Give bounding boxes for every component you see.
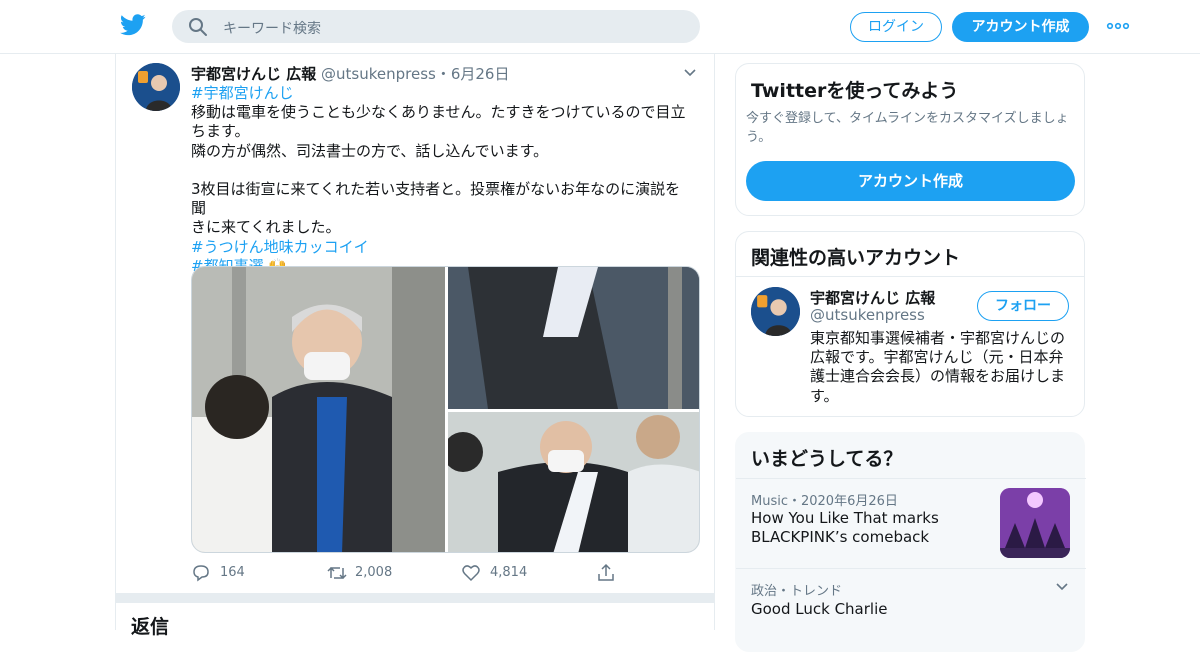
trend-headline[interactable]: How You Like That marks BLACKPINK’s come… bbox=[751, 509, 981, 547]
search-box[interactable]: キーワード検索 bbox=[172, 10, 700, 43]
account-bio: 東京都知事選候補者・宇都宮けんじの広報です。宇都宮けんじ（元・日本弁護士連合会会… bbox=[810, 329, 1066, 405]
divider bbox=[736, 568, 1086, 569]
author-handle[interactable]: @utsukenpress bbox=[321, 65, 436, 83]
account-name[interactable]: 宇都宮けんじ 広報 bbox=[810, 287, 935, 308]
tweet-actions: 164 2,008 4,814 bbox=[191, 562, 691, 584]
search-input[interactable]: キーワード検索 bbox=[223, 18, 321, 38]
login-button[interactable]: ログイン bbox=[850, 12, 942, 42]
hashtag[interactable]: #宇都宮けんじ bbox=[191, 84, 691, 103]
tweet-photo[interactable] bbox=[192, 267, 445, 552]
heart-icon bbox=[462, 565, 480, 582]
relevant-accounts-card: 関連性の高いアカウント 宇都宮けんじ 広報 @utsukenpress フォロー… bbox=[735, 231, 1085, 417]
replies-heading: 返信 bbox=[131, 616, 170, 638]
hashtag[interactable]: #うつけん地味カッコイイ bbox=[191, 238, 691, 257]
retweet-icon bbox=[327, 566, 347, 580]
tweet-photo[interactable] bbox=[448, 267, 699, 409]
trend-meta: Music・2020年6月26日 bbox=[751, 494, 898, 509]
signup-card: Twitterを使ってみよう 今すぐ登録して、タイムラインをカスタマイズしましょ… bbox=[735, 63, 1085, 216]
trends-title: いまどうしてる？ bbox=[751, 448, 903, 470]
avatar[interactable] bbox=[132, 63, 180, 111]
tweet-header: 宇都宮けんじ 広報 @utsukenpress・6月26日 bbox=[191, 63, 509, 84]
divider bbox=[736, 478, 1086, 479]
more-icon[interactable] bbox=[1106, 18, 1130, 34]
photo-grid bbox=[191, 266, 700, 553]
divider bbox=[736, 276, 1084, 277]
tweet-line: 3枚目は街宣に来てくれた若い支持者と。投票権がないお年なのに演説を聞 bbox=[191, 180, 681, 218]
tweet-line: 移動は電車を使うことも少なくありません。たすきをつけているので目立 bbox=[191, 103, 686, 122]
retweet-count: 2,008 bbox=[355, 565, 393, 580]
chevron-down-icon[interactable] bbox=[682, 66, 698, 80]
reply-icon bbox=[193, 565, 209, 582]
tweet-line: きに来てくれました。 bbox=[191, 218, 341, 237]
relevant-accounts-title: 関連性の高いアカウント bbox=[751, 247, 961, 269]
reply-count: 164 bbox=[220, 565, 245, 580]
signup-card-title: Twitterを使ってみよう bbox=[751, 80, 959, 102]
trend-meta: 政治・トレンド bbox=[751, 584, 843, 599]
like-count: 4,814 bbox=[490, 565, 528, 580]
profile-photo bbox=[132, 63, 180, 111]
tweet-column: 宇都宮けんじ 広報 @utsukenpress・6月26日 #宇都宮けんじ 移動… bbox=[115, 54, 715, 638]
account-handle[interactable]: @utsukenpress bbox=[810, 306, 925, 324]
author-name[interactable]: 宇都宮けんじ 広報 bbox=[191, 65, 316, 83]
signup-button[interactable]: アカウント作成 bbox=[952, 12, 1089, 42]
tweet-date[interactable]: ・6月26日 bbox=[436, 65, 510, 83]
signup-card-subtitle: 今すぐ登録して、タイムラインをカスタマイズしましょう。 bbox=[746, 111, 1069, 145]
trends-card: いまどうしてる？ Music・2020年6月26日 How You Like T… bbox=[735, 432, 1086, 652]
trend-headline[interactable]: Good Luck Charlie bbox=[751, 600, 887, 618]
tweet-line: 隣の方が偶然、司法書士の方で、話し込んでいます。 bbox=[191, 141, 549, 160]
search-icon bbox=[189, 18, 207, 36]
chevron-down-icon[interactable] bbox=[1054, 581, 1070, 593]
tweet-text: #宇都宮けんじ 移動は電車を使うことも少なくありません。たすきをつけているので目… bbox=[191, 84, 691, 276]
tweet-line bbox=[191, 161, 691, 180]
trend-thumbnail[interactable] bbox=[1000, 488, 1070, 558]
top-bar: キーワード検索 ログイン アカウント作成 bbox=[0, 0, 1200, 54]
signup-card-button[interactable]: アカウント作成 bbox=[746, 161, 1075, 201]
profile-photo bbox=[751, 287, 800, 336]
section-divider bbox=[116, 593, 714, 603]
avatar[interactable] bbox=[751, 287, 800, 336]
share-icon bbox=[598, 563, 614, 581]
tweet-line: ちます。 bbox=[191, 122, 250, 141]
twitter-bird-icon[interactable] bbox=[120, 14, 146, 36]
tweet-photo[interactable] bbox=[443, 412, 699, 552]
follow-button[interactable]: フォロー bbox=[977, 291, 1069, 321]
